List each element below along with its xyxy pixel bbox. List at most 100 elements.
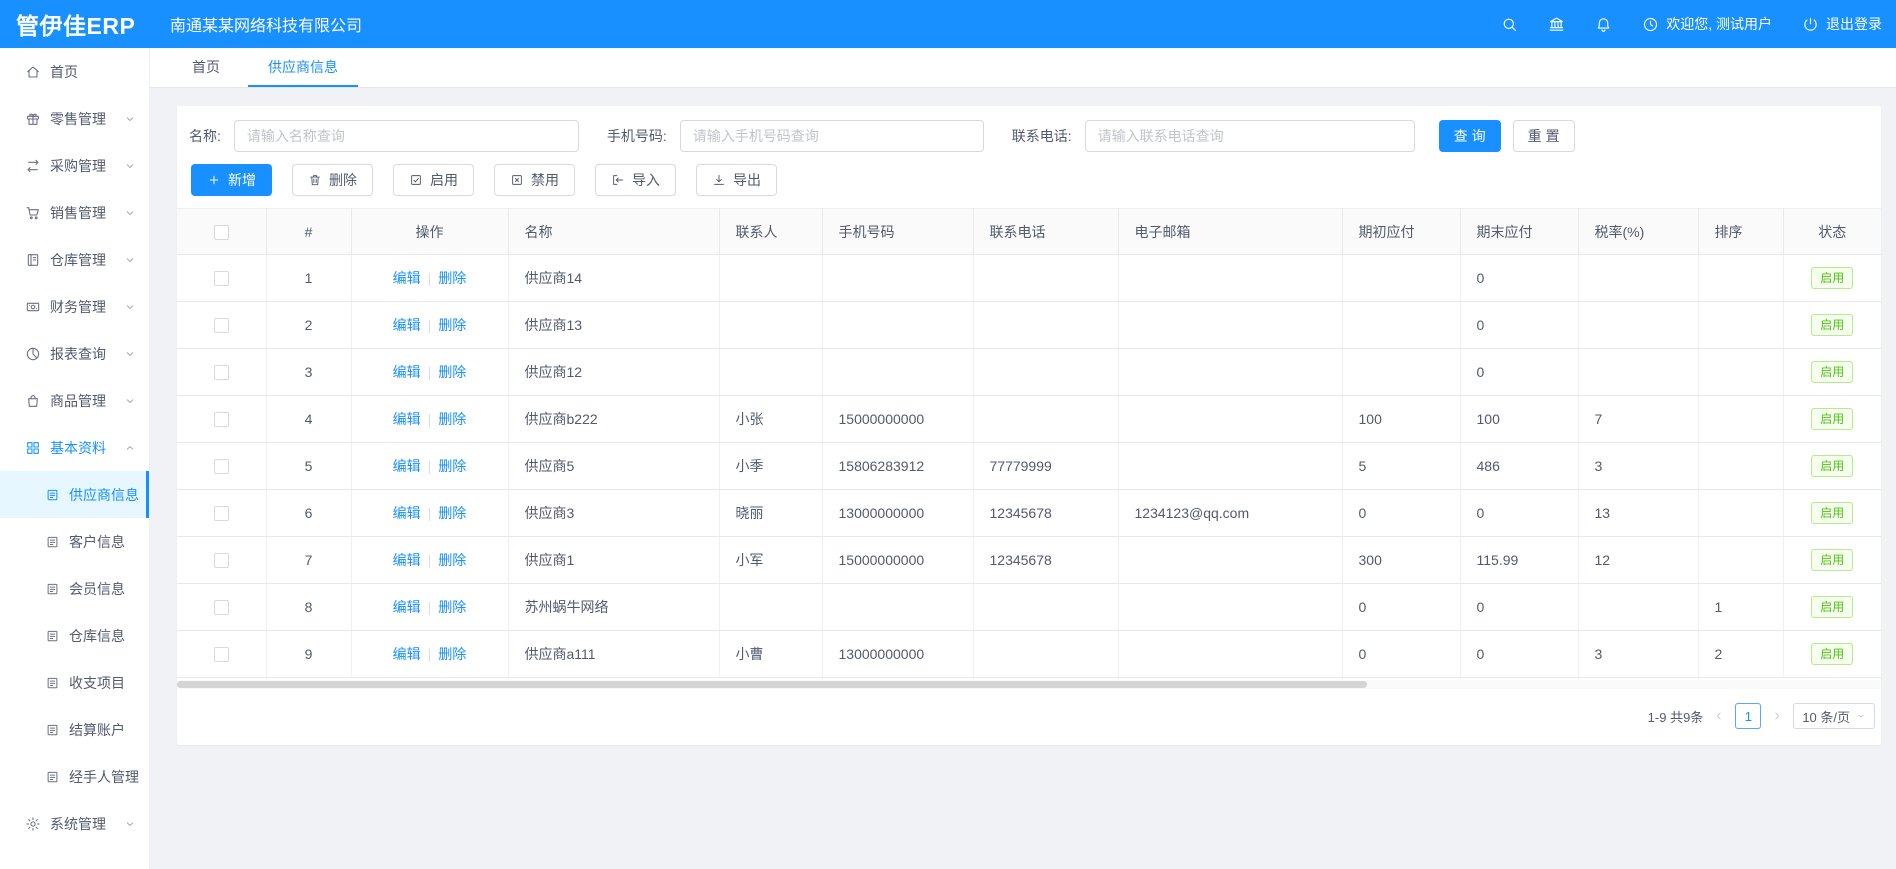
row-checkbox[interactable] xyxy=(214,459,229,474)
delete-link[interactable]: 删除 xyxy=(438,411,466,427)
delete-link[interactable]: 删除 xyxy=(438,317,466,333)
cell-name: 供应商1 xyxy=(508,537,719,584)
company-name: 南通某某网络科技有限公司 xyxy=(170,12,362,36)
table-row: 1编辑|删除供应商140启用 xyxy=(177,255,1881,302)
sidebar-item-settlement-account[interactable]: 结算账户 xyxy=(0,706,149,753)
cell-tax_rate xyxy=(1578,349,1698,396)
next-page-button[interactable] xyxy=(1771,710,1783,722)
edit-link[interactable]: 编辑 xyxy=(393,646,421,662)
sidebar-item-goods-mgmt[interactable]: 商品管理 xyxy=(0,377,149,424)
delete-link[interactable]: 删除 xyxy=(438,458,466,474)
app-logo[interactable]: 管伊佳ERP xyxy=(0,7,150,41)
filter-name-group: 名称: xyxy=(189,120,579,152)
delete-link[interactable]: 删除 xyxy=(438,599,466,615)
delete-link[interactable]: 删除 xyxy=(438,552,466,568)
enable-button[interactable]: 启用 xyxy=(393,164,474,196)
cell-name: 供应商13 xyxy=(508,302,719,349)
sidebar-item-warehouse-mgmt[interactable]: 仓库管理 xyxy=(0,236,149,283)
row-checkbox[interactable] xyxy=(214,412,229,427)
row-checkbox[interactable] xyxy=(214,600,229,615)
row-checkbox[interactable] xyxy=(214,553,229,568)
sidebar-item-basic-data[interactable]: 基本资料 xyxy=(0,424,149,471)
edit-link[interactable]: 编辑 xyxy=(393,411,421,427)
user-welcome[interactable]: 欢迎您, 测试用户 xyxy=(1642,14,1772,34)
delete-link[interactable]: 删除 xyxy=(438,505,466,521)
sidebar-item-warehouse-info[interactable]: 仓库信息 xyxy=(0,612,149,659)
cell-email xyxy=(1118,631,1342,678)
toolbar: 新增 删除 启用 禁用 xyxy=(177,152,1881,196)
sidebar-item-label: 零售管理 xyxy=(50,109,124,129)
add-button[interactable]: 新增 xyxy=(191,164,272,196)
sidebar-item-finance-mgmt[interactable]: 财务管理 xyxy=(0,283,149,330)
sidebar-item-system-mgmt[interactable]: 系统管理 xyxy=(0,800,149,847)
tab-supplier-info[interactable]: 供应商信息 xyxy=(248,48,358,87)
edit-link[interactable]: 编辑 xyxy=(393,599,421,615)
swap-icon xyxy=(25,158,41,174)
export-button[interactable]: 导出 xyxy=(696,164,777,196)
edit-link[interactable]: 编辑 xyxy=(393,458,421,474)
import-button[interactable]: 导入 xyxy=(595,164,676,196)
cell-index: 3 xyxy=(266,349,351,396)
reset-button[interactable]: 重置 xyxy=(1513,120,1575,152)
cell-tax_rate: 7 xyxy=(1578,396,1698,443)
cell-checkbox xyxy=(177,537,266,584)
phone-filter-input[interactable] xyxy=(1085,120,1415,152)
row-checkbox[interactable] xyxy=(214,271,229,286)
row-checkbox[interactable] xyxy=(214,506,229,521)
trash-icon xyxy=(308,173,322,187)
column-header-status: 状态 xyxy=(1783,209,1881,255)
search-button[interactable]: 查询 xyxy=(1439,120,1501,152)
sidebar-item-customer-info[interactable]: 客户信息 xyxy=(0,518,149,565)
edit-link[interactable]: 编辑 xyxy=(393,270,421,286)
edit-link[interactable]: 编辑 xyxy=(393,364,421,380)
sidebar-item-report-query[interactable]: 报表查询 xyxy=(0,330,149,377)
cell-closing_payable: 0 xyxy=(1460,255,1578,302)
cell-closing_payable: 0 xyxy=(1460,302,1578,349)
row-checkbox[interactable] xyxy=(214,365,229,380)
horizontal-scrollbar-thumb[interactable] xyxy=(177,681,1367,688)
cell-mobile: 13000000000 xyxy=(822,490,973,537)
bank-icon[interactable] xyxy=(1548,16,1565,33)
disable-button[interactable]: 禁用 xyxy=(494,164,575,196)
cell-phone xyxy=(973,396,1118,443)
sidebar-item-income-expense[interactable]: 收支项目 xyxy=(0,659,149,706)
row-checkbox[interactable] xyxy=(214,647,229,662)
sidebar-item-handler-mgmt[interactable]: 经手人管理 xyxy=(0,753,149,800)
status-badge: 启用 xyxy=(1811,267,1853,289)
cell-sort xyxy=(1698,255,1783,302)
table-row: 6编辑|删除供应商3晓丽13000000000123456781234123@q… xyxy=(177,490,1881,537)
prev-page-button[interactable] xyxy=(1713,710,1725,722)
sidebar-item-home[interactable]: 首页 xyxy=(0,48,149,95)
delete-link[interactable]: 删除 xyxy=(438,364,466,380)
page-number-button[interactable]: 1 xyxy=(1735,703,1761,729)
sidebar-item-member-info[interactable]: 会员信息 xyxy=(0,565,149,612)
select-all-checkbox[interactable] xyxy=(214,225,229,240)
status-badge: 启用 xyxy=(1811,596,1853,618)
page-size-select[interactable]: 10 条/页 xyxy=(1793,703,1875,729)
sidebar-item-label: 供应商信息 xyxy=(69,485,149,505)
link-divider: | xyxy=(428,411,432,427)
logout-button[interactable]: 退出登录 xyxy=(1802,14,1882,34)
delete-link[interactable]: 删除 xyxy=(438,646,466,662)
edit-link[interactable]: 编辑 xyxy=(393,505,421,521)
sidebar-item-supplier-info[interactable]: 供应商信息 xyxy=(0,471,149,518)
cell-sort xyxy=(1698,349,1783,396)
edit-link[interactable]: 编辑 xyxy=(393,317,421,333)
money-icon xyxy=(25,299,41,315)
edit-link[interactable]: 编辑 xyxy=(393,552,421,568)
cell-actions: 编辑|删除 xyxy=(351,302,508,349)
filter-bar: 名称: 手机号码: 联系电话: 查询 重置 xyxy=(177,106,1881,152)
tab-home[interactable]: 首页 xyxy=(172,48,240,87)
sidebar-item-retail-mgmt[interactable]: 零售管理 xyxy=(0,95,149,142)
document-icon xyxy=(45,581,60,596)
delete-link[interactable]: 删除 xyxy=(438,270,466,286)
bell-icon[interactable] xyxy=(1595,16,1612,33)
mobile-filter-input[interactable] xyxy=(680,120,984,152)
name-filter-input[interactable] xyxy=(234,120,579,152)
cell-tax_rate: 12 xyxy=(1578,537,1698,584)
sidebar-item-purchase-mgmt[interactable]: 采购管理 xyxy=(0,142,149,189)
search-icon[interactable] xyxy=(1501,16,1518,33)
delete-button[interactable]: 删除 xyxy=(292,164,373,196)
sidebar-item-sales-mgmt[interactable]: 销售管理 xyxy=(0,189,149,236)
row-checkbox[interactable] xyxy=(214,318,229,333)
